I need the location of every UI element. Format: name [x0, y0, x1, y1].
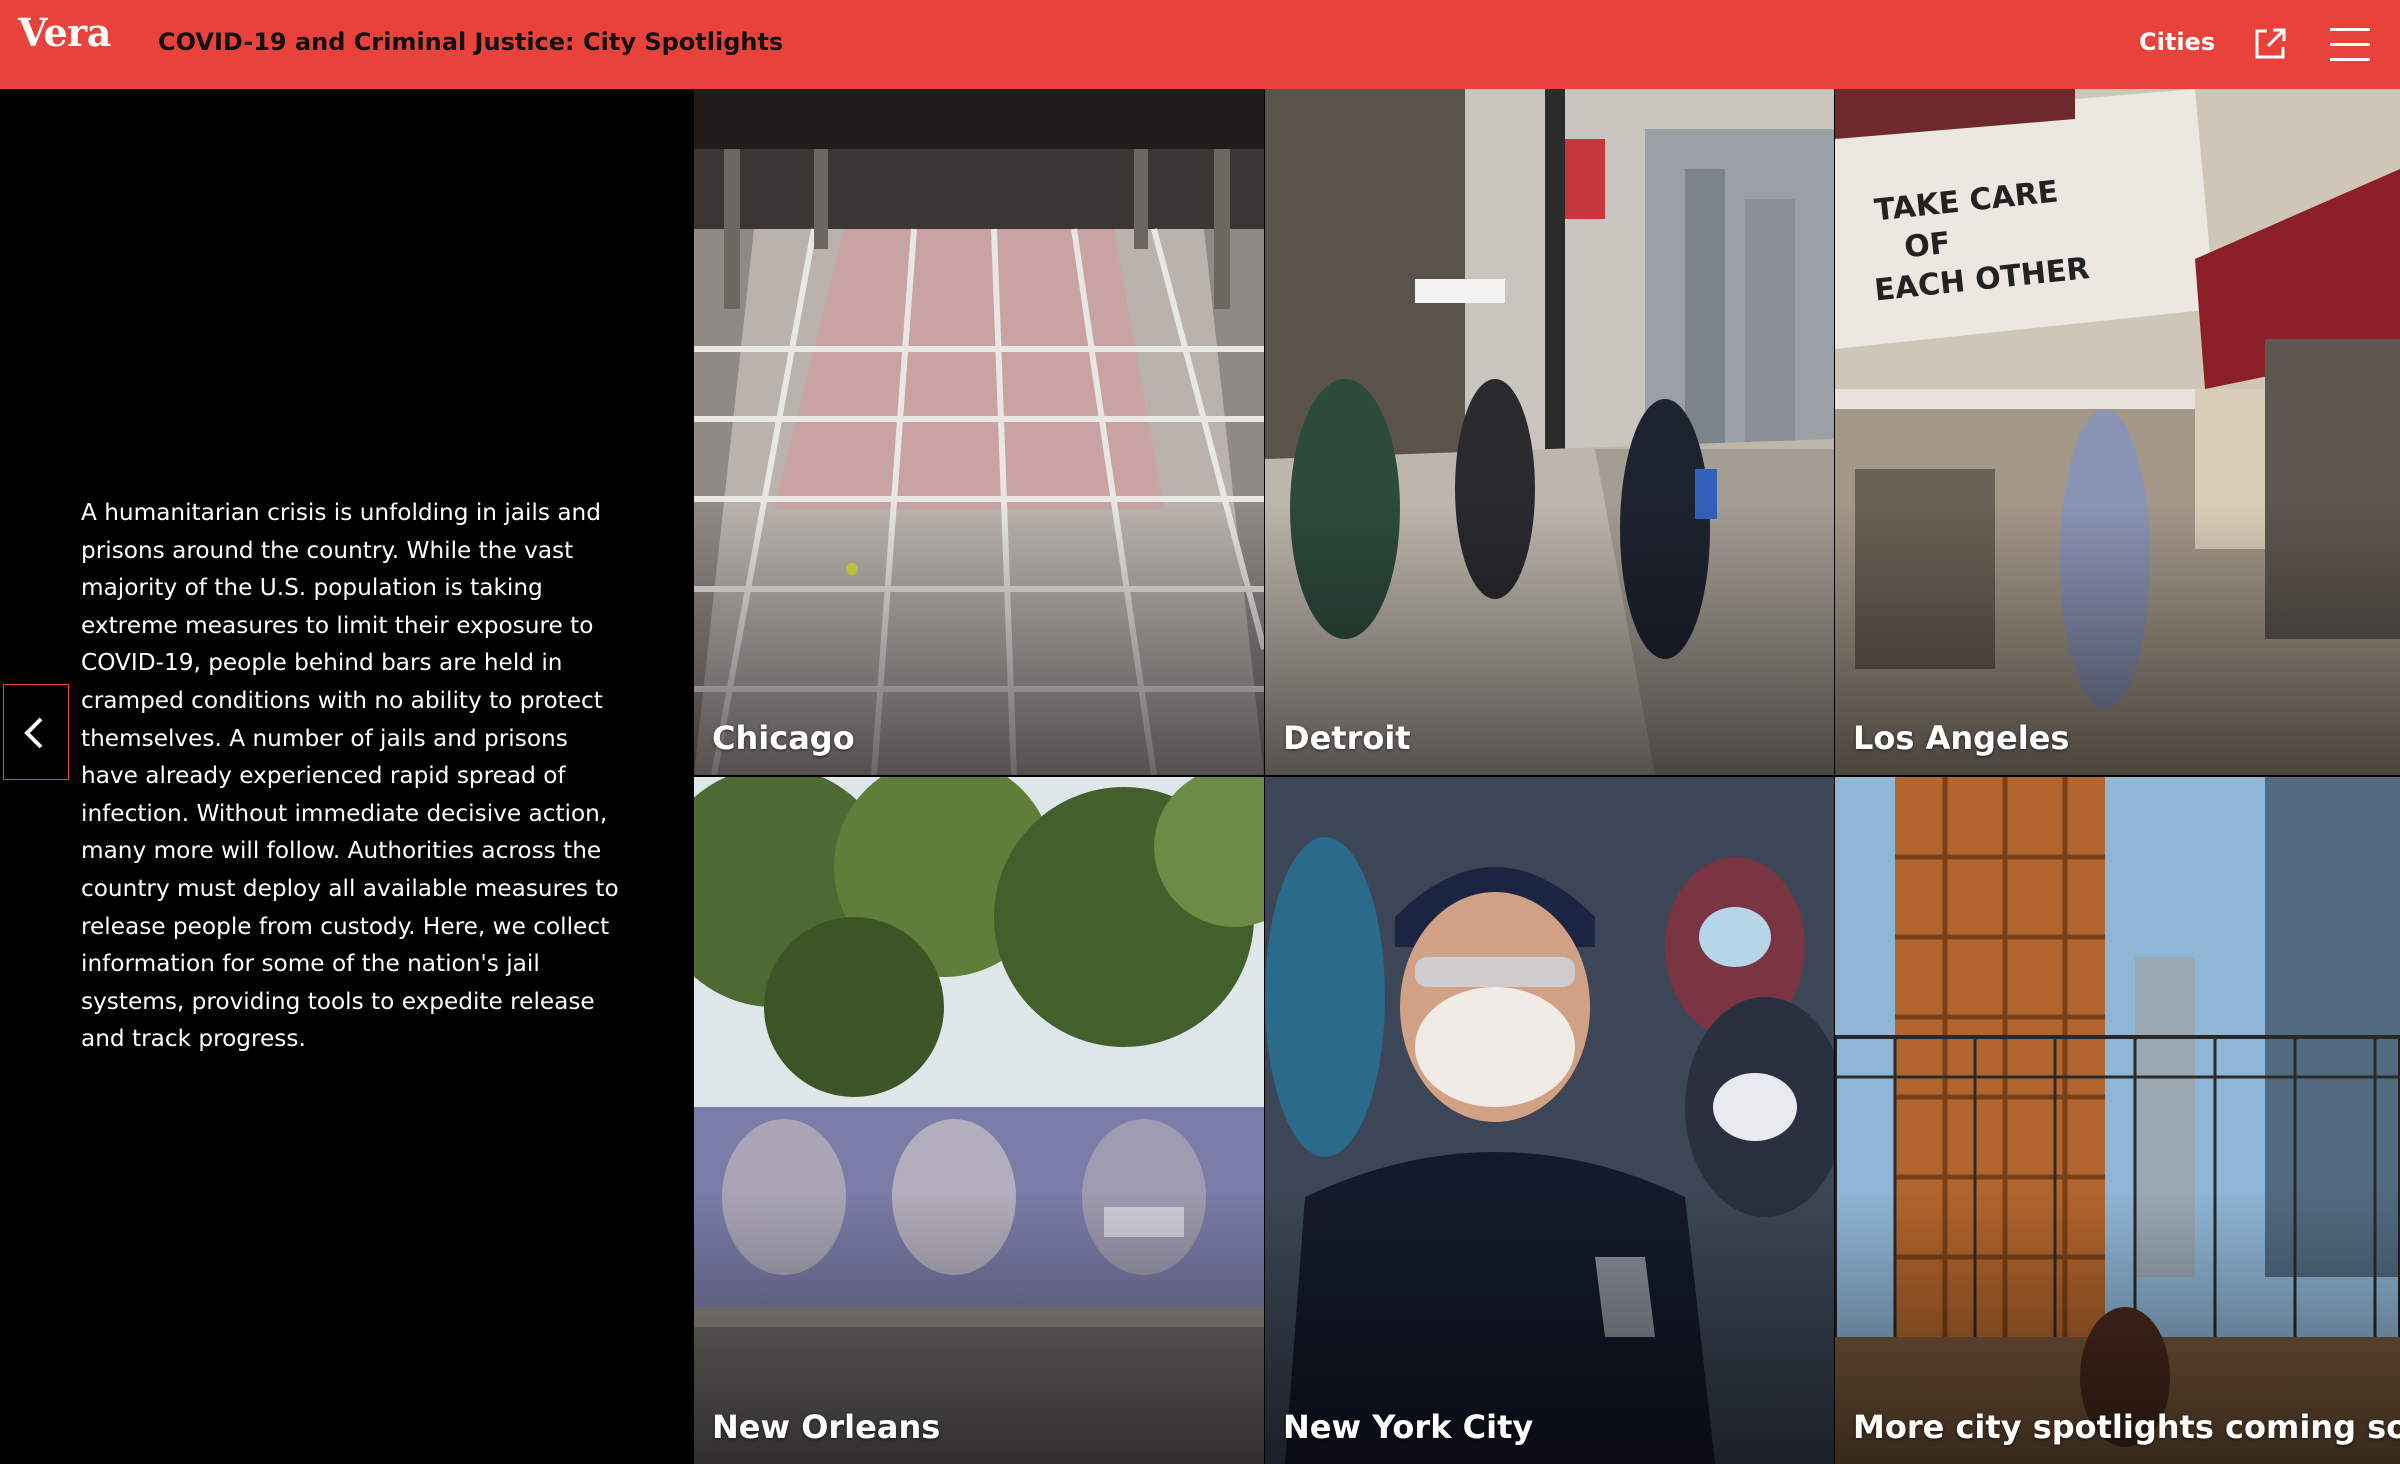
back-button[interactable]: [3, 684, 69, 780]
top-bar: Vera COVID-19 and Criminal Justice: City…: [0, 0, 2400, 89]
city-label: Chicago: [712, 719, 855, 757]
city-label: New York City: [1283, 1408, 1534, 1446]
nav-cities-link[interactable]: Cities: [2139, 28, 2215, 56]
city-tile-new-orleans[interactable]: New Orleans: [694, 777, 1264, 1464]
city-grid: Chicago Detroit TAKE CARE OF EACH OTHER …: [694, 89, 2400, 1464]
city-label: Detroit: [1283, 719, 1411, 757]
city-tile-coming-soon[interactable]: More city spotlights coming soon: [1835, 777, 2400, 1464]
city-tile-new-york-city[interactable]: New York City: [1265, 777, 1834, 1464]
vera-logo[interactable]: Vera: [18, 10, 111, 55]
page-title: COVID-19 and Criminal Justice: City Spot…: [158, 28, 784, 56]
city-label: More city spotlights coming soon: [1853, 1408, 2400, 1446]
city-label: New Orleans: [712, 1408, 941, 1446]
external-link-icon[interactable]: [2253, 27, 2287, 61]
city-tile-chicago[interactable]: Chicago: [694, 89, 1264, 775]
svg-text:OF: OF: [1903, 226, 1952, 266]
city-tile-detroit[interactable]: Detroit: [1265, 89, 1834, 775]
hamburger-menu-icon[interactable]: [2330, 26, 2370, 62]
intro-paragraph: A humanitarian crisis is unfolding in ja…: [81, 499, 619, 1053]
city-tile-los-angeles[interactable]: TAKE CARE OF EACH OTHER Los Angeles: [1835, 89, 2400, 775]
city-label: Los Angeles: [1853, 719, 2070, 757]
chevron-left-icon: [24, 717, 43, 749]
